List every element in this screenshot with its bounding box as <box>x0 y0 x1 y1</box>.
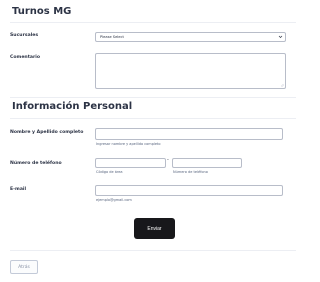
chevron-down-icon <box>278 35 283 38</box>
section-divider-top <box>10 97 296 98</box>
comentario-label: Comentario <box>10 55 40 60</box>
nombre-sublabel: Ingresar nombre y apellido completo <box>96 142 161 146</box>
telefono-number-input[interactable] <box>172 158 242 168</box>
telefono-area-input[interactable] <box>95 158 166 168</box>
sucursales-selected-value: Please Select <box>100 34 124 39</box>
back-button[interactable]: Atrás <box>10 260 38 274</box>
nombre-label: Nombre y Apellido completo <box>10 130 84 135</box>
resize-handle-icon[interactable] <box>280 83 284 87</box>
form-title: Turnos MG <box>12 6 72 17</box>
nombre-input[interactable] <box>95 128 283 140</box>
submit-button[interactable]: Enviar <box>134 218 175 239</box>
comentario-textarea[interactable] <box>95 53 286 89</box>
telefono-label: Número de teléfono <box>10 161 62 166</box>
footer-divider <box>10 250 296 251</box>
section-title: Información Personal <box>12 101 133 112</box>
telefono-area-sublabel: Código de área <box>96 170 123 174</box>
email-input[interactable] <box>95 185 283 196</box>
title-divider <box>10 22 296 23</box>
sucursales-label: Sucursales <box>10 33 39 38</box>
sucursales-select[interactable]: Please Select <box>95 32 286 42</box>
email-sublabel: ejemplo@gmail.com <box>96 198 132 202</box>
telefono-separator: - <box>167 157 169 163</box>
telefono-number-sublabel: Número de teléfono <box>173 170 208 174</box>
section-divider-bottom <box>10 118 296 119</box>
email-label: E-mail <box>10 187 27 192</box>
